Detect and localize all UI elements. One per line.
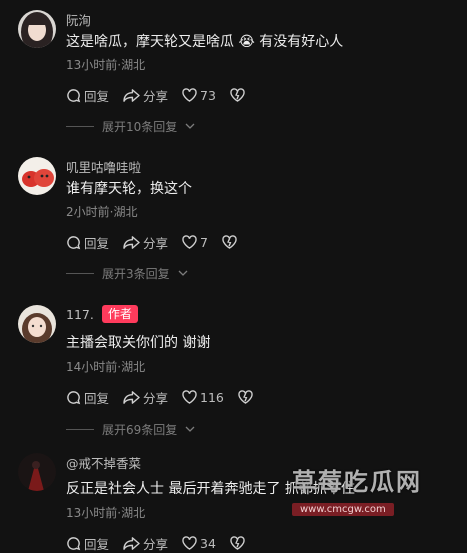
chevron-down-icon [185,123,195,129]
divider [66,126,94,127]
reply-button[interactable]: 回复 [66,86,109,105]
comment-actions: 回复 分享 73 [66,86,259,104]
reply-icon [67,536,81,550]
like-count: 116 [200,389,224,405]
share-label: 分享 [143,88,169,104]
reply-button[interactable]: 回复 [66,233,109,252]
avatar[interactable] [18,157,56,195]
comment-username[interactable]: @戒不掉香菜 [66,453,141,472]
reply-label: 回复 [84,88,110,104]
comment-text: 主播会取关你们的 谢谢 [66,335,211,351]
dislike-button[interactable] [230,536,245,550]
share-button[interactable]: 分享 [123,86,168,105]
avatar[interactable] [18,10,56,48]
broken-heart-icon [230,88,245,102]
author-badge: 作者 [101,305,138,323]
avatar[interactable] [18,305,56,343]
reply-icon [67,390,81,404]
share-icon [123,235,140,249]
broken-heart-icon [222,235,237,249]
expand-replies[interactable]: 展开10条回复 [66,118,195,135]
like-button[interactable]: 7 [182,235,208,250]
like-button[interactable]: 73 [182,88,216,103]
like-count: 73 [200,87,216,103]
share-icon [123,88,140,102]
share-button[interactable]: 分享 [123,388,168,407]
share-icon [123,536,140,550]
reply-label: 回复 [84,235,110,251]
reply-button[interactable]: 回复 [66,388,109,407]
watermark-url: www.cmcgw.com [292,503,394,516]
comment-actions: 回复 分享 7 [66,233,251,251]
divider [66,273,94,274]
watermark-title: 草莓吃瓜网 [292,468,422,496]
watermark: 草莓吃瓜网 www.cmcgw.com [292,462,462,516]
heart-icon [182,536,197,550]
expand-replies[interactable]: 展开3条回复 [66,265,188,282]
comment-text: 这是啥瓜，摩天轮又是啥瓜 😭 有没有好心人 [66,34,344,50]
heart-icon [182,235,197,249]
reply-icon [67,88,81,102]
comment-meta: 14小时前·湖北 [66,360,146,374]
dislike-button[interactable] [222,235,237,249]
expand-replies[interactable]: 展开69条回复 [66,421,195,438]
comment-actions: 回复 分享 34 [66,534,259,552]
divider [66,429,94,430]
comment-item: 阮洵 这是啥瓜，摩天轮又是啥瓜 😭 有没有好心人 13小时前·湖北 回复 分享 … [0,10,467,150]
chevron-down-icon [178,270,188,276]
share-label: 分享 [143,235,169,251]
like-button[interactable]: 116 [182,390,224,405]
expand-replies-label[interactable]: 展开10条回复 [102,118,177,135]
comment-meta: 2小时前·湖北 [66,205,138,219]
broken-heart-icon [238,390,253,404]
like-count: 7 [200,234,208,250]
comment-meta: 13小时前·湖北 [66,506,146,520]
chevron-down-icon [185,426,195,432]
share-button[interactable]: 分享 [123,233,168,252]
comment-username[interactable]: 阮洵 [66,10,91,29]
broken-heart-icon [230,536,245,550]
reply-icon [67,235,81,249]
comment-text: 谁有摩天轮，换这个 [66,181,192,197]
username-text[interactable]: 叽里咕噜哇啦 [66,157,141,176]
comment-username[interactable]: 117. 作者 [66,305,138,323]
dislike-button[interactable] [238,390,253,404]
username-text[interactable]: 117. [66,307,94,322]
comment-username[interactable]: 叽里咕噜哇啦 [66,157,141,176]
like-button[interactable]: 34 [182,536,216,551]
comment-meta: 13小时前·湖北 [66,58,146,72]
comment-item: 叽里咕噜哇啦 谁有摩天轮，换这个 2小时前·湖北 回复 分享 7 展开3条回复 [0,157,467,297]
comment-item: 117. 作者 主播会取关你们的 谢谢 14小时前·湖北 回复 分享 116 展… [0,305,467,445]
heart-icon [182,88,197,102]
expand-replies-label[interactable]: 展开3条回复 [102,265,170,282]
username-text[interactable]: 阮洵 [66,10,91,29]
expand-replies-label[interactable]: 展开69条回复 [102,421,177,438]
dislike-button[interactable] [230,88,245,102]
share-icon [123,390,140,404]
username-text[interactable]: @戒不掉香菜 [66,453,141,472]
avatar[interactable] [18,453,56,491]
heart-icon [182,390,197,404]
share-label: 分享 [143,390,169,406]
reply-label: 回复 [84,390,110,406]
like-count: 34 [200,535,216,551]
comment-actions: 回复 分享 116 [66,388,267,406]
